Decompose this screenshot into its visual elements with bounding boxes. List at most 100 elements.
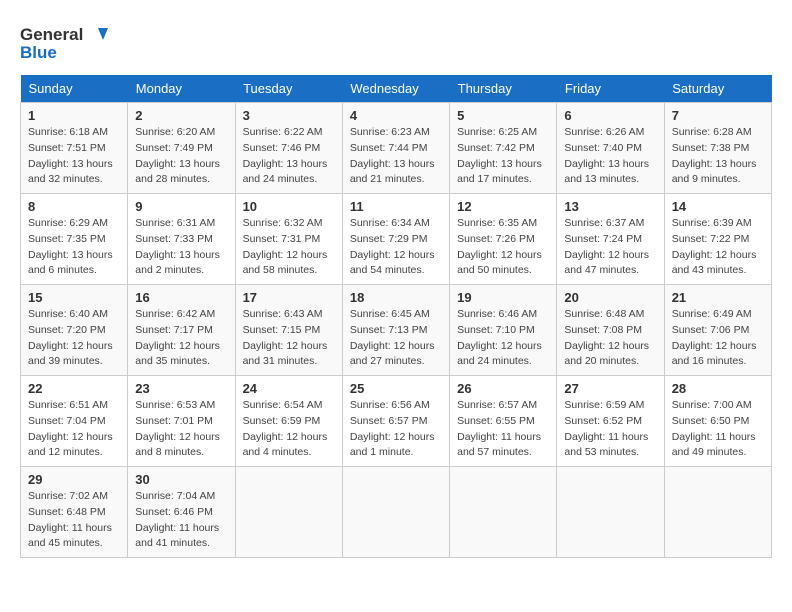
calendar-cell: 28Sunrise: 7:00 AMSunset: 6:50 PMDayligh… (664, 376, 771, 467)
day-info: Sunrise: 6:28 AMSunset: 7:38 PMDaylight:… (672, 125, 764, 188)
day-info: Sunrise: 6:51 AMSunset: 7:04 PMDaylight:… (28, 398, 120, 461)
day-info: Sunrise: 6:20 AMSunset: 7:49 PMDaylight:… (135, 125, 227, 188)
calendar-body: 1 Sunrise: 6:18 AMSunset: 7:51 PMDaylight… (21, 103, 772, 558)
calendar-cell: 24 Sunrise: 6:54 AMSunset: 6:59 PMDayligh… (235, 376, 342, 467)
calendar-header: SundayMondayTuesdayWednesdayThursdayFrid… (21, 75, 772, 103)
calendar-cell (235, 467, 342, 558)
day-info: Sunrise: 6:32 AMSunset: 7:31 PMDaylight:… (243, 216, 335, 279)
calendar-week-row: 22 Sunrise: 6:51 AMSunset: 7:04 PMDayligh… (21, 376, 772, 467)
day-info: Sunrise: 6:22 AMSunset: 7:46 PMDaylight:… (243, 125, 335, 188)
calendar-cell: 12 Sunrise: 6:35 AMSunset: 7:26 PMDayligh… (450, 194, 557, 285)
day-number: 21 (672, 290, 764, 305)
day-info: Sunrise: 6:56 AMSunset: 6:57 PMDaylight:… (350, 398, 442, 461)
calendar-cell: 2Sunrise: 6:20 AMSunset: 7:49 PMDaylight… (128, 103, 235, 194)
calendar-week-row: 8 Sunrise: 6:29 AMSunset: 7:35 PMDaylight… (21, 194, 772, 285)
day-number: 9 (135, 199, 227, 214)
calendar-cell (342, 467, 449, 558)
calendar-cell: 26 Sunrise: 6:57 AMSunset: 6:55 PMDayligh… (450, 376, 557, 467)
day-info: Sunrise: 6:18 AMSunset: 7:51 PMDaylight:… (28, 125, 120, 188)
day-info: Sunrise: 7:04 AMSunset: 6:46 PMDaylight:… (135, 489, 227, 552)
day-number: 25 (350, 381, 442, 396)
calendar-cell: 13Sunrise: 6:37 AMSunset: 7:24 PMDayligh… (557, 194, 664, 285)
day-number: 28 (672, 381, 764, 396)
calendar-cell: 19 Sunrise: 6:46 AMSunset: 7:10 PMDayligh… (450, 285, 557, 376)
day-info: Sunrise: 6:39 AMSunset: 7:22 PMDaylight:… (672, 216, 764, 279)
day-info: Sunrise: 6:46 AMSunset: 7:10 PMDaylight:… (457, 307, 549, 370)
day-number: 4 (350, 108, 442, 123)
day-number: 15 (28, 290, 120, 305)
day-info: Sunrise: 6:29 AMSunset: 7:35 PMDaylight:… (28, 216, 120, 279)
calendar-cell: 4 Sunrise: 6:23 AMSunset: 7:44 PMDaylight… (342, 103, 449, 194)
day-info: Sunrise: 6:23 AMSunset: 7:44 PMDaylight:… (350, 125, 442, 188)
day-number: 6 (564, 108, 656, 123)
day-number: 10 (243, 199, 335, 214)
calendar-cell: 16 Sunrise: 6:42 AMSunset: 7:17 PMDayligh… (128, 285, 235, 376)
day-info: Sunrise: 6:54 AMSunset: 6:59 PMDaylight:… (243, 398, 335, 461)
day-number: 7 (672, 108, 764, 123)
day-info: Sunrise: 6:53 AMSunset: 7:01 PMDaylight:… (135, 398, 227, 461)
header-row: SundayMondayTuesdayWednesdayThursdayFrid… (21, 75, 772, 103)
day-number: 12 (457, 199, 549, 214)
day-info: Sunrise: 6:42 AMSunset: 7:17 PMDaylight:… (135, 307, 227, 370)
day-info: Sunrise: 6:40 AMSunset: 7:20 PMDaylight:… (28, 307, 120, 370)
calendar-cell: 3 Sunrise: 6:22 AMSunset: 7:46 PMDaylight… (235, 103, 342, 194)
header-day: Monday (128, 75, 235, 103)
day-number: 26 (457, 381, 549, 396)
calendar: SundayMondayTuesdayWednesdayThursdayFrid… (20, 75, 772, 558)
calendar-cell: 7 Sunrise: 6:28 AMSunset: 7:38 PMDaylight… (664, 103, 771, 194)
day-number: 30 (135, 472, 227, 487)
calendar-cell: 30 Sunrise: 7:04 AMSunset: 6:46 PMDayligh… (128, 467, 235, 558)
day-number: 11 (350, 199, 442, 214)
calendar-cell: 14Sunrise: 6:39 AMSunset: 7:22 PMDayligh… (664, 194, 771, 285)
day-info: Sunrise: 7:02 AMSunset: 6:48 PMDaylight:… (28, 489, 120, 552)
header: General Blue (20, 20, 772, 65)
day-number: 1 (28, 108, 120, 123)
day-info: Sunrise: 6:59 AMSunset: 6:52 PMDaylight:… (564, 398, 656, 461)
calendar-cell: 18Sunrise: 6:45 AMSunset: 7:13 PMDayligh… (342, 285, 449, 376)
calendar-week-row: 15 Sunrise: 6:40 AMSunset: 7:20 PMDayligh… (21, 285, 772, 376)
calendar-cell: 25 Sunrise: 6:56 AMSunset: 6:57 PMDayligh… (342, 376, 449, 467)
calendar-cell (664, 467, 771, 558)
day-info: Sunrise: 6:34 AMSunset: 7:29 PMDaylight:… (350, 216, 442, 279)
day-number: 16 (135, 290, 227, 305)
day-number: 13 (564, 199, 656, 214)
day-info: Sunrise: 6:48 AMSunset: 7:08 PMDaylight:… (564, 307, 656, 370)
logo: General Blue (20, 20, 110, 65)
header-day: Saturday (664, 75, 771, 103)
day-number: 19 (457, 290, 549, 305)
day-info: Sunrise: 6:26 AMSunset: 7:40 PMDaylight:… (564, 125, 656, 188)
calendar-cell: 23 Sunrise: 6:53 AMSunset: 7:01 PMDayligh… (128, 376, 235, 467)
calendar-cell: 29 Sunrise: 7:02 AMSunset: 6:48 PMDayligh… (21, 467, 128, 558)
day-info: Sunrise: 6:45 AMSunset: 7:13 PMDaylight:… (350, 307, 442, 370)
header-day: Sunday (21, 75, 128, 103)
day-number: 17 (243, 290, 335, 305)
calendar-cell: 17 Sunrise: 6:43 AMSunset: 7:15 PMDayligh… (235, 285, 342, 376)
logo-icon: General Blue (20, 20, 110, 65)
calendar-cell: 6 Sunrise: 6:26 AMSunset: 7:40 PMDaylight… (557, 103, 664, 194)
day-info: Sunrise: 6:43 AMSunset: 7:15 PMDaylight:… (243, 307, 335, 370)
day-number: 24 (243, 381, 335, 396)
calendar-cell: 20Sunrise: 6:48 AMSunset: 7:08 PMDayligh… (557, 285, 664, 376)
calendar-cell (557, 467, 664, 558)
day-number: 29 (28, 472, 120, 487)
day-number: 5 (457, 108, 549, 123)
day-info: Sunrise: 6:35 AMSunset: 7:26 PMDaylight:… (457, 216, 549, 279)
day-number: 8 (28, 199, 120, 214)
calendar-cell: 9Sunrise: 6:31 AMSunset: 7:33 PMDaylight… (128, 194, 235, 285)
calendar-cell: 21Sunrise: 6:49 AMSunset: 7:06 PMDayligh… (664, 285, 771, 376)
calendar-cell: 1 Sunrise: 6:18 AMSunset: 7:51 PMDaylight… (21, 103, 128, 194)
day-info: Sunrise: 6:25 AMSunset: 7:42 PMDaylight:… (457, 125, 549, 188)
day-number: 3 (243, 108, 335, 123)
header-day: Tuesday (235, 75, 342, 103)
calendar-cell: 22 Sunrise: 6:51 AMSunset: 7:04 PMDayligh… (21, 376, 128, 467)
calendar-cell: 10 Sunrise: 6:32 AMSunset: 7:31 PMDayligh… (235, 194, 342, 285)
day-info: Sunrise: 6:57 AMSunset: 6:55 PMDaylight:… (457, 398, 549, 461)
day-number: 27 (564, 381, 656, 396)
calendar-cell: 15 Sunrise: 6:40 AMSunset: 7:20 PMDayligh… (21, 285, 128, 376)
day-number: 23 (135, 381, 227, 396)
calendar-week-row: 29 Sunrise: 7:02 AMSunset: 6:48 PMDayligh… (21, 467, 772, 558)
calendar-cell: 8 Sunrise: 6:29 AMSunset: 7:35 PMDaylight… (21, 194, 128, 285)
header-day: Thursday (450, 75, 557, 103)
day-number: 22 (28, 381, 120, 396)
header-day: Friday (557, 75, 664, 103)
